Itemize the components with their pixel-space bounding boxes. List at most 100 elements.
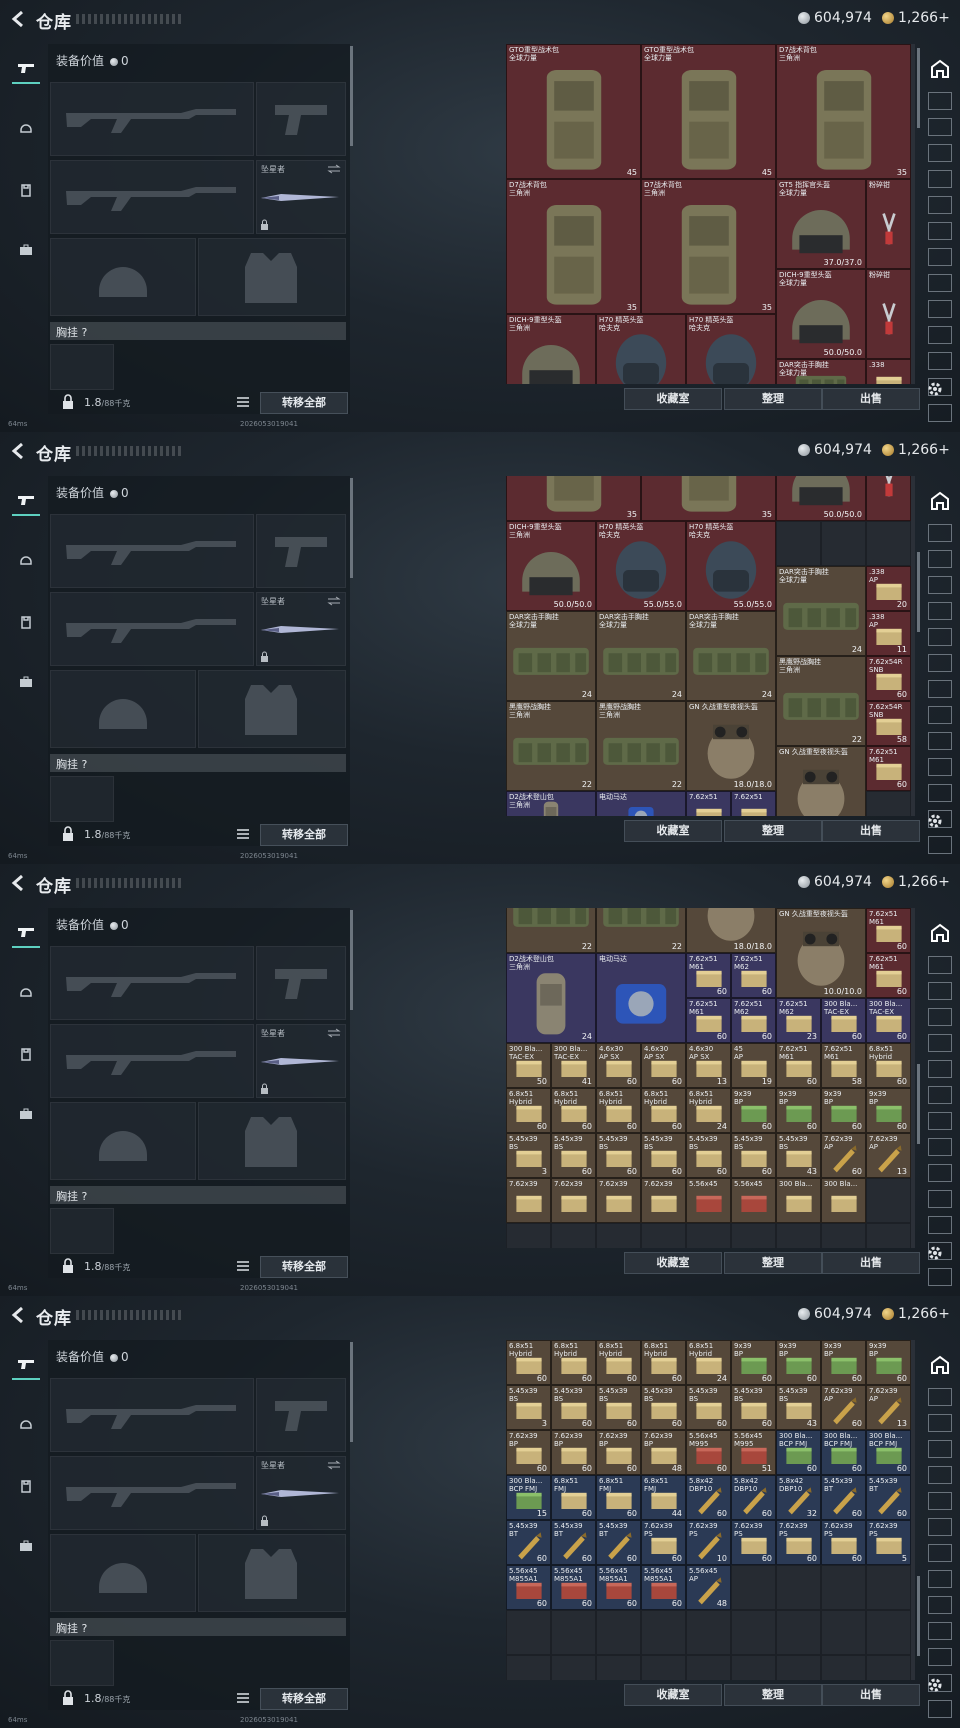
inventory-item[interactable]: 7.62x51 M61 60 — [866, 746, 911, 791]
inventory-item[interactable]: 300 Bla... — [776, 1178, 821, 1223]
vest-icon[interactable] — [926, 324, 954, 346]
inventory-item[interactable]: 6.8x51 Hybrid 60 — [866, 1043, 911, 1088]
collection-room-button[interactable]: 收藏室 — [624, 1252, 722, 1274]
armor-slot[interactable] — [198, 238, 346, 316]
inventory-item[interactable]: 5.56x45 M995 60 — [686, 1430, 731, 1475]
empty-grid-cell[interactable] — [776, 521, 821, 566]
inventory-item[interactable]: 7.62x39 BP 48 — [641, 1430, 686, 1475]
empty-grid-cell[interactable] — [866, 1655, 911, 1680]
inventory-item[interactable]: 7.62x39 AP 60 — [821, 1385, 866, 1430]
primary-weapon-slot[interactable] — [50, 82, 254, 156]
bag-icon[interactable] — [926, 1646, 954, 1668]
inventory-item[interactable]: 7.62x39 PS 60 — [731, 1520, 776, 1565]
storage-scrollbar[interactable] — [917, 552, 920, 632]
equipment-scrollbar[interactable] — [350, 46, 353, 146]
armor-icon[interactable] — [926, 1594, 954, 1616]
bag-icon[interactable] — [926, 782, 954, 804]
lock-icon[interactable] — [62, 826, 74, 842]
bag-icon[interactable] — [926, 1214, 954, 1236]
helmet-icon[interactable] — [926, 272, 954, 294]
empty-grid-cell[interactable] — [821, 521, 866, 566]
inventory-item[interactable]: 300 Bla... — [821, 1178, 866, 1223]
smg-icon[interactable] — [926, 548, 954, 570]
bag-tab[interactable] — [12, 236, 40, 264]
secondary-weapon-slot[interactable] — [50, 1456, 254, 1530]
home-icon[interactable] — [926, 58, 954, 80]
helmet-tab[interactable] — [12, 1410, 40, 1438]
empty-grid-cell[interactable] — [866, 791, 911, 816]
smg-icon[interactable] — [926, 1412, 954, 1434]
bag-tab[interactable] — [12, 1100, 40, 1128]
smg-icon[interactable] — [926, 116, 954, 138]
sort-button[interactable]: 整理 — [724, 1252, 822, 1274]
inventory-item[interactable]: 7.62x51 M61 60 — [866, 908, 911, 953]
empty-grid-cell[interactable] — [731, 1655, 776, 1680]
chest-rig-header[interactable]: 胸挂 ? — [50, 1186, 346, 1204]
bag-icon[interactable] — [926, 350, 954, 372]
empty-grid-cell[interactable] — [506, 1223, 551, 1248]
lock-icon[interactable] — [62, 394, 74, 410]
empty-grid-cell[interactable] — [686, 1610, 731, 1655]
inventory-item[interactable]: 5.45x39 BS 60 — [731, 1385, 776, 1430]
ammo-icon[interactable] — [926, 678, 954, 700]
home-icon[interactable] — [926, 1354, 954, 1376]
inventory-item[interactable]: 4.6x30 AP SX 13 — [686, 1043, 731, 1088]
inventory-item[interactable]: 6.8x51 FMJ 60 — [551, 1475, 596, 1520]
armor-slot[interactable] — [198, 1534, 346, 1612]
secondary-weapon-slot[interactable] — [50, 1024, 254, 1098]
inventory-item[interactable]: H70 精英头盔 哈夫克 — [686, 314, 776, 384]
inventory-item[interactable]: 9x39 BP 60 — [821, 1340, 866, 1385]
weapon-tab[interactable] — [12, 1350, 40, 1380]
inventory-item[interactable]: GN 久战重型夜视头盔 10.0/10.0 — [776, 908, 866, 998]
inventory-item[interactable]: DICH-9重型头盔 三角洲 — [506, 314, 596, 384]
armor-tab[interactable] — [12, 1040, 40, 1068]
helmet-tab[interactable] — [12, 114, 40, 142]
inventory-item[interactable]: DAR突击手胸挂 全球力量 — [776, 359, 866, 384]
gold-currency[interactable]: 1,266+ — [882, 442, 950, 458]
sell-button[interactable]: 出售 — [822, 1684, 920, 1706]
settings-gear-icon[interactable] — [926, 812, 944, 830]
inventory-item[interactable]: 35 — [506, 476, 641, 521]
rifle2-icon[interactable] — [926, 574, 954, 596]
sort-button[interactable]: 整理 — [724, 1684, 822, 1706]
rifle-icon[interactable] — [926, 90, 954, 112]
inventory-item[interactable]: 7.62x39 PS 60 — [776, 1520, 821, 1565]
inventory-item[interactable]: GT5 指挥官头盔 全球力量 37.0/37.0 — [776, 179, 866, 269]
helmet-icon[interactable] — [926, 704, 954, 726]
inventory-item[interactable]: GTO重型战术包 全球力量 45 — [506, 44, 641, 179]
inventory-item[interactable]: 7.62x39 BP 60 — [551, 1430, 596, 1475]
inventory-item[interactable]: 7.62x51 M62 23 — [776, 998, 821, 1043]
sniper-icon[interactable] — [926, 600, 954, 622]
empty-grid-cell[interactable] — [596, 1223, 641, 1248]
gold-currency[interactable]: 1,266+ — [882, 10, 950, 26]
inventory-item[interactable]: 6.8x51 FMJ 60 — [596, 1475, 641, 1520]
armor-slot[interactable] — [198, 1102, 346, 1180]
empty-grid-cell[interactable] — [686, 1223, 731, 1248]
chest-rig-header[interactable]: 胸挂 ? — [50, 1618, 346, 1636]
collection-room-button[interactable]: 收藏室 — [624, 1684, 722, 1706]
inventory-item[interactable]: 电动马达 — [596, 953, 686, 1043]
inventory-item[interactable]: 9x39 BP 60 — [731, 1340, 776, 1385]
sell-button[interactable]: 出售 — [822, 388, 920, 410]
list-icon[interactable] — [236, 1691, 250, 1705]
inventory-item[interactable]: 5.45x39 BT 60 — [596, 1520, 641, 1565]
empty-grid-cell[interactable] — [551, 1655, 596, 1680]
secondary-weapon-slot[interactable] — [50, 592, 254, 666]
primary-weapon-slot[interactable] — [50, 1378, 254, 1452]
inventory-item[interactable]: 9x39 BP 60 — [866, 1340, 911, 1385]
inventory-item[interactable]: 7.62x39 PS 60 — [641, 1520, 686, 1565]
inventory-item[interactable]: DAR突击手胸挂 全球力量 24 — [596, 611, 686, 701]
empty-grid-cell[interactable] — [731, 1565, 776, 1610]
inventory-item[interactable]: 5.45x39 BS 60 — [686, 1133, 731, 1178]
inventory-item[interactable]: 7.62x51 M61 58 — [821, 1043, 866, 1088]
helmet-slot[interactable] — [50, 1534, 196, 1612]
empty-grid-cell[interactable] — [731, 1610, 776, 1655]
chest-rig-slot[interactable] — [50, 1208, 114, 1254]
rifle-icon[interactable] — [926, 954, 954, 976]
rifle-icon[interactable] — [926, 522, 954, 544]
inventory-item[interactable]: 黑鹰野战胸挂 三角洲 22 — [506, 701, 596, 791]
inventory-item[interactable]: 5.56x45 M995 51 — [731, 1430, 776, 1475]
settings-gear-icon[interactable] — [926, 1676, 944, 1694]
equipment-scrollbar[interactable] — [350, 910, 353, 1010]
shotgun-icon[interactable] — [926, 652, 954, 674]
